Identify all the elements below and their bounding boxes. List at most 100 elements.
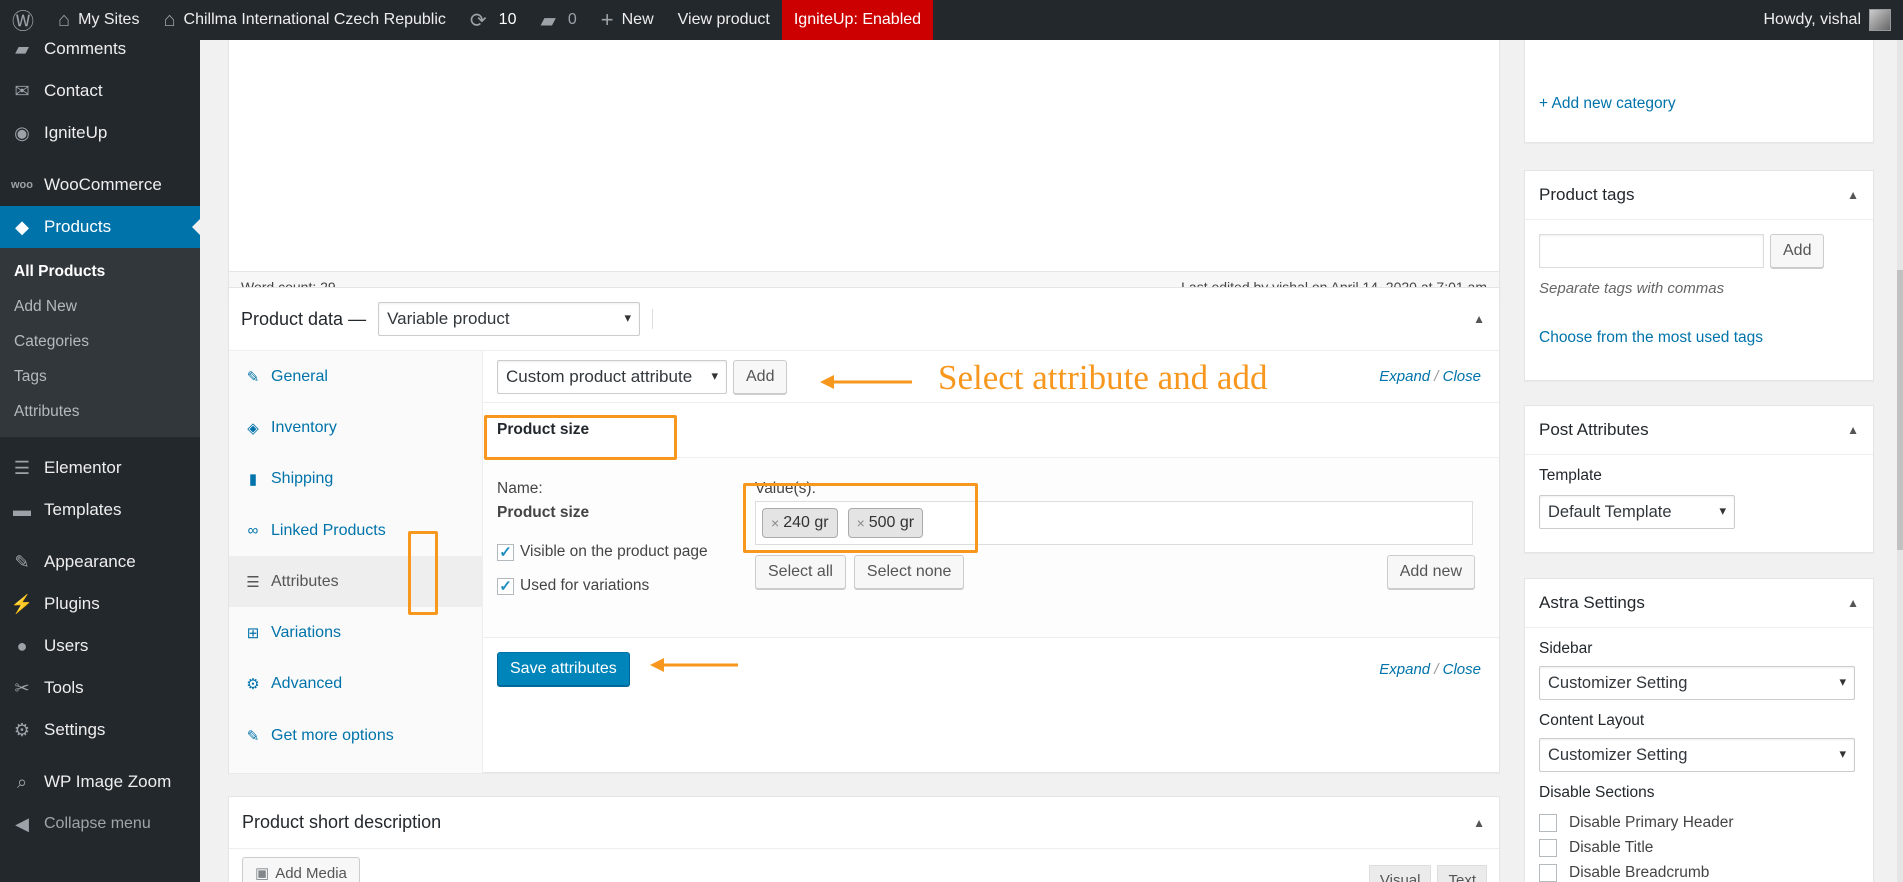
choose-most-used-tags-link[interactable]: Choose from the most used tags (1539, 329, 1859, 347)
checkbox[interactable] (1539, 863, 1557, 882)
submenu-all-products[interactable]: All Products (0, 254, 200, 289)
disable-breadcrumb-row[interactable]: Disable Breadcrumb (1539, 860, 1859, 882)
menu-users[interactable]: ● Users (0, 625, 200, 667)
content-editor[interactable]: Word count: 29 Last edited by vishal on … (228, 38, 1500, 302)
checkbox[interactable] (1539, 813, 1557, 832)
menu-igniteup[interactable]: ◉ IgniteUp (0, 112, 200, 154)
add-media-button[interactable]: ▣ Add Media (242, 857, 360, 882)
disable-primary-header-row[interactable]: Disable Primary Header (1539, 810, 1859, 835)
menu-elementor[interactable]: ☰ Elementor (0, 447, 200, 489)
comment-icon: ▰ (540, 9, 556, 32)
menu-label: Comments (44, 39, 127, 58)
astra-settings-header[interactable]: Astra Settings ▲ (1525, 579, 1873, 628)
attribute-taxonomy-select[interactable]: Custom product attribute (497, 359, 727, 394)
product-tags-header[interactable]: Product tags ▲ (1525, 171, 1873, 220)
tab-inventory[interactable]: ◈ Inventory (229, 402, 482, 453)
toggle-panel-icon[interactable]: ▲ (1847, 188, 1859, 202)
my-sites-label: My Sites (78, 11, 140, 28)
value-chip[interactable]: × 240 gr (762, 508, 838, 538)
menu-tools[interactable]: ✂ Tools (0, 667, 200, 709)
add-new-category-link[interactable]: + Add new category (1539, 95, 1676, 113)
updates-menu[interactable]: ⟳ 10 (458, 0, 529, 40)
close-link[interactable]: Close (1443, 368, 1481, 385)
tab-advanced[interactable]: ⚙ Advanced (229, 659, 482, 710)
remove-icon[interactable]: × (771, 515, 779, 531)
tab-variations[interactable]: ⊞ Variations (229, 607, 482, 658)
add-attribute-button[interactable]: Add (733, 359, 788, 394)
close-link[interactable]: Close (1443, 661, 1481, 678)
add-tag-button[interactable]: Add (1770, 234, 1825, 268)
view-product-link[interactable]: View product (666, 0, 782, 40)
sidebar-label: Sidebar (1539, 640, 1593, 657)
scrollbar-thumb[interactable] (1897, 270, 1903, 550)
value-chip[interactable]: × 500 gr (847, 508, 924, 538)
product-tags-title: Product tags (1539, 185, 1635, 204)
values-input[interactable]: × 240 gr × 500 gr (755, 501, 1473, 545)
wordpress-logo-icon[interactable]: Ⓦ (0, 0, 46, 40)
tab-visual[interactable]: Visual (1368, 865, 1432, 882)
visible-on-product-page-row[interactable]: ✓ Visible on the product page (497, 543, 708, 561)
tab-general[interactable]: ✎ General (229, 351, 482, 402)
template-select[interactable]: Default Template (1539, 495, 1735, 529)
menu-label: WooCommerce (44, 175, 162, 194)
igniteup-status[interactable]: IgniteUp: Enabled (781, 0, 934, 40)
tab-label: Shipping (271, 470, 334, 488)
attribute-header[interactable]: Product size (483, 403, 1499, 458)
site-name-menu[interactable]: ⌂ Chillma International Czech Republic (151, 0, 457, 40)
submenu-attributes[interactable]: Attributes (0, 394, 200, 429)
tab-get-more-options[interactable]: ✎ Get more options (229, 710, 482, 761)
howdy-label: Howdy, vishal (1763, 11, 1861, 28)
menu-contact[interactable]: ✉ Contact (0, 70, 200, 112)
remove-icon[interactable]: × (857, 515, 865, 531)
disable-title-row[interactable]: Disable Title (1539, 835, 1859, 860)
variations-checkbox[interactable]: ✓ (497, 577, 514, 595)
toggle-panel-icon[interactable]: ▲ (1847, 596, 1859, 610)
save-attributes-button[interactable]: Save attributes (497, 652, 630, 686)
menu-wp-image-zoom[interactable]: ⌕ WP Image Zoom (0, 761, 200, 803)
select-none-button[interactable]: Select none (853, 555, 965, 589)
page-scrollbar[interactable] (1897, 40, 1903, 882)
template-label: Template (1539, 467, 1602, 484)
toggle-panel-icon[interactable]: ▲ (1473, 312, 1485, 326)
link-icon: ∞ (247, 522, 259, 540)
submenu-categories[interactable]: Categories (0, 324, 200, 359)
expand-link[interactable]: Expand (1379, 661, 1430, 678)
content-layout-select[interactable]: Customizer Setting (1539, 738, 1855, 772)
tab-linked-products[interactable]: ∞ Linked Products (229, 505, 482, 556)
used-for-variations-row[interactable]: ✓ Used for variations (497, 577, 649, 595)
short-description-header[interactable]: Product short description ▲ (229, 797, 1499, 849)
add-new-value-button[interactable]: Add new (1386, 555, 1475, 589)
menu-templates[interactable]: ▬ Templates (0, 489, 200, 531)
comments-menu[interactable]: ▰ 0 (528, 0, 588, 40)
tab-shipping[interactable]: ▮ Shipping (229, 454, 482, 505)
my-sites-menu[interactable]: ⌂ My Sites (46, 0, 151, 40)
sidebar-select[interactable]: Customizer Setting (1539, 666, 1855, 700)
product-type-select[interactable]: Variable product (378, 302, 641, 336)
igniteup-icon: ◉ (14, 122, 30, 143)
menu-label: Collapse menu (44, 815, 151, 832)
expand-link[interactable]: Expand (1379, 368, 1430, 385)
menu-appearance[interactable]: ✎ Appearance (0, 541, 200, 583)
plugin-icon: ⚡ (10, 593, 34, 614)
toggle-panel-icon[interactable]: ▲ (1847, 423, 1859, 437)
tab-label: Get more options (271, 726, 394, 744)
menu-plugins[interactable]: ⚡ Plugins (0, 583, 200, 625)
menu-collapse[interactable]: ◀ Collapse menu (0, 803, 200, 845)
checkbox[interactable] (1539, 838, 1557, 857)
my-sites-icon: ⌂ (58, 8, 71, 31)
toggle-panel-icon[interactable]: ▲ (1473, 816, 1485, 830)
menu-settings[interactable]: ⚙ Settings (0, 709, 200, 751)
product-type-value: Variable product (387, 309, 510, 328)
post-attributes-header[interactable]: Post Attributes ▲ (1525, 406, 1873, 455)
select-all-button[interactable]: Select all (755, 555, 846, 589)
tab-attributes[interactable]: ☰ Attributes (229, 556, 482, 608)
tag-input[interactable] (1539, 234, 1764, 268)
tab-text[interactable]: Text (1437, 865, 1487, 882)
menu-products[interactable]: ◆ Products (0, 206, 200, 248)
user-account-menu[interactable]: Howdy, vishal (1763, 0, 1903, 40)
menu-woocommerce[interactable]: woo WooCommerce (0, 164, 200, 206)
new-content-menu[interactable]: + New (589, 0, 666, 40)
submenu-tags[interactable]: Tags (0, 359, 200, 394)
visible-checkbox[interactable]: ✓ (497, 543, 514, 561)
submenu-add-new[interactable]: Add New (0, 289, 200, 324)
